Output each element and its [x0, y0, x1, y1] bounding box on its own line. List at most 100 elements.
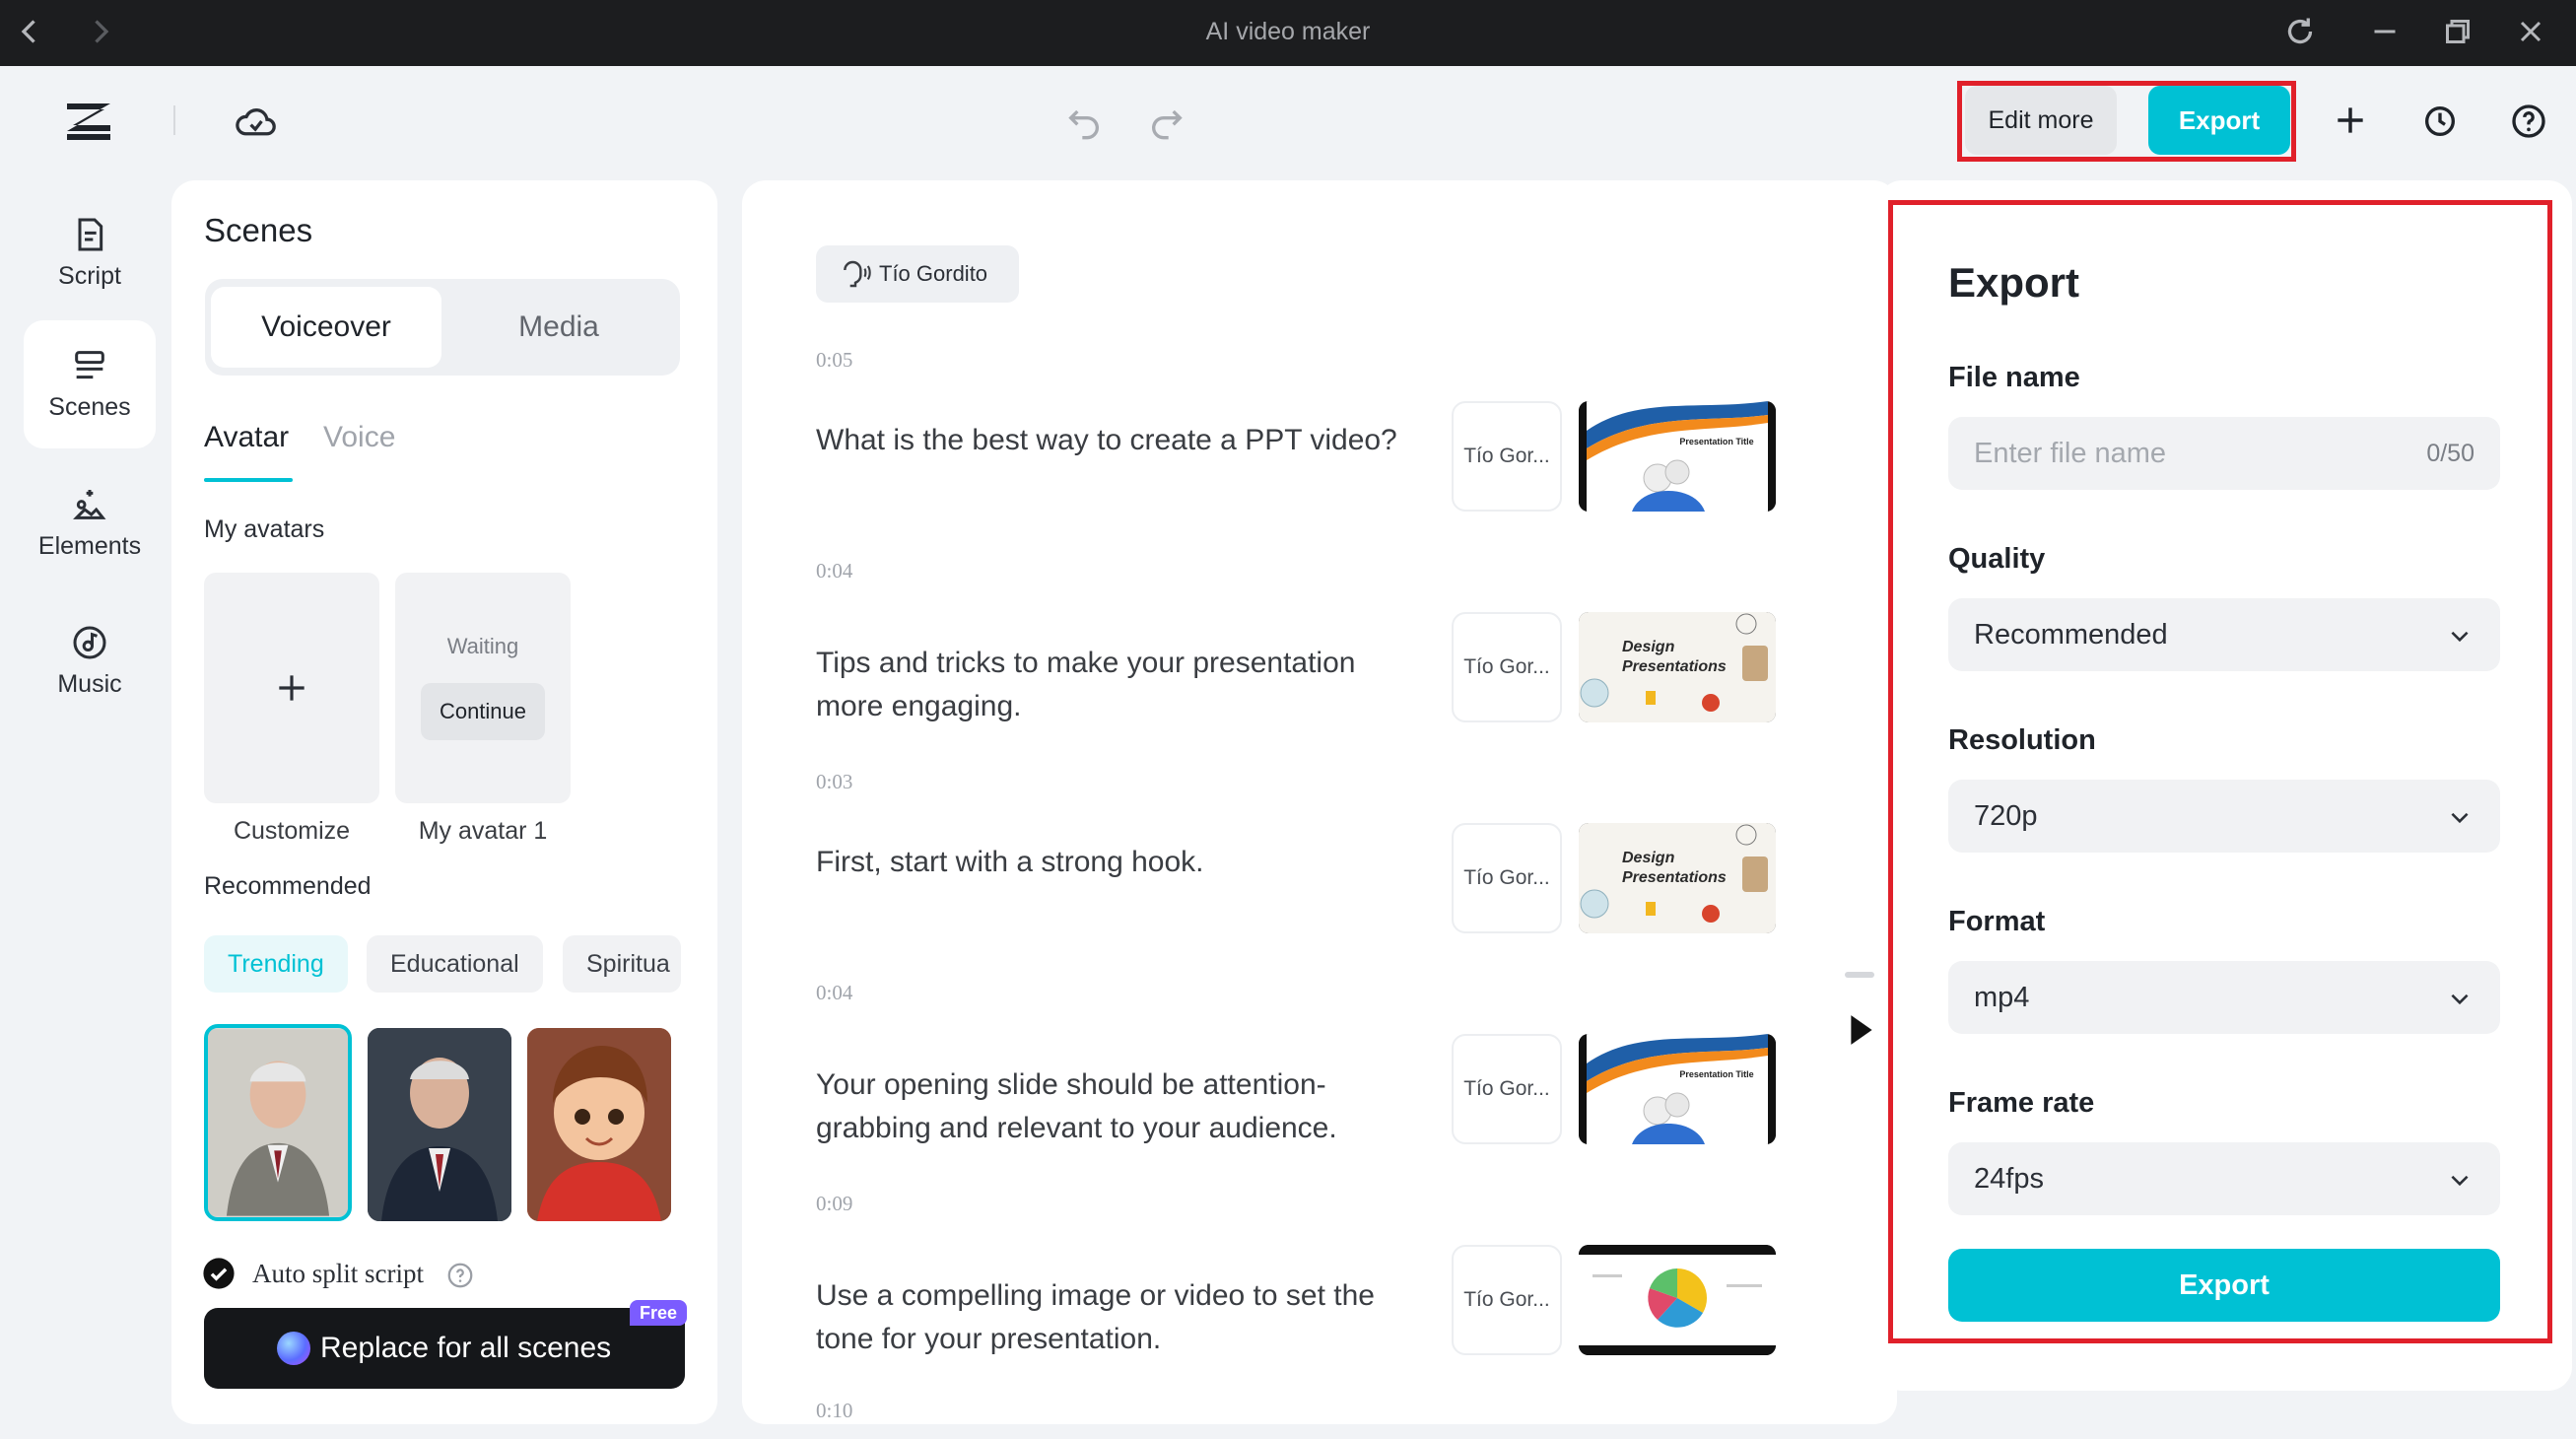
replace-all-scenes-button[interactable]: Replace for all scenes Free [204, 1300, 688, 1389]
forward-icon[interactable] [83, 14, 118, 49]
thumb-time: 0:04 [1593, 1120, 1623, 1136]
replace-all-label: Replace for all scenes [320, 1332, 612, 1364]
tab-voiceover[interactable]: Voiceover [211, 287, 441, 368]
help-icon[interactable] [2509, 102, 2548, 141]
ai-orb-icon [277, 1332, 310, 1365]
thumb-title-text: Presentation Title [1679, 1069, 1753, 1079]
presentation-title-thumb-icon: Presentation Title 0:05 [1579, 401, 1776, 512]
undo-icon[interactable] [1064, 102, 1104, 141]
nav-script[interactable]: Script [24, 189, 156, 317]
my-avatar-card[interactable]: Waiting Continue [395, 573, 571, 803]
scene-avatar-chip[interactable]: Tío Gor... [1452, 1245, 1562, 1355]
subtab-avatar[interactable]: Avatar [204, 421, 289, 454]
checkbox-checked-icon [203, 1258, 235, 1289]
back-icon[interactable] [12, 14, 47, 49]
auto-split-label: Auto split script [252, 1259, 424, 1288]
pie-chart-thumb-icon [1579, 1245, 1776, 1355]
thumb-design-text: Design [1622, 639, 1675, 655]
nav-scenes[interactable]: Scenes [24, 320, 156, 448]
nav-elements-label: Elements [37, 532, 142, 560]
elements-icon [73, 490, 106, 519]
category-spiritual[interactable]: Spiritua [563, 935, 681, 993]
format-select[interactable]: mp4 [1948, 961, 2500, 1034]
capcut-logo-icon[interactable] [61, 96, 116, 145]
auto-split-checkbox[interactable] [202, 1257, 236, 1290]
play-icon[interactable] [1849, 1013, 1874, 1047]
export-top-button[interactable]: Export [2148, 86, 2290, 155]
close-icon[interactable] [2513, 14, 2548, 49]
thumb-presentations-text: Presentations [1622, 658, 1727, 675]
quality-label: Quality [1948, 543, 2046, 575]
subtab-underline [204, 478, 293, 482]
chevron-down-icon [2451, 631, 2469, 643]
scene-text[interactable]: First, start with a strong hook. [816, 841, 1407, 884]
resolution-label: Resolution [1948, 724, 2096, 756]
format-label: Format [1948, 906, 2046, 937]
recommended-label: Recommended [204, 872, 372, 900]
nav-elements[interactable]: Elements [24, 459, 156, 587]
help-circle-icon[interactable] [445, 1261, 475, 1290]
frame-rate-select[interactable]: 24fps [1948, 1142, 2500, 1215]
scene-thumbnail[interactable]: Presentation Title 0:05 [1579, 401, 1776, 512]
window-title: AI video maker [1205, 18, 1371, 45]
scene-avatar-chip[interactable]: Tío Gor... [1452, 823, 1562, 933]
presentation-title-thumb-icon: Presentation Title 0:04 [1579, 1034, 1776, 1144]
avatar-thumb-cartoon-boy[interactable] [527, 1028, 671, 1221]
scenes-icon [75, 351, 104, 379]
continue-button[interactable]: Continue [421, 683, 545, 740]
nav-scenes-label: Scenes [48, 393, 131, 421]
scene-text[interactable]: Tips and tricks to make your presentatio… [816, 642, 1407, 728]
scene-avatar-chip[interactable]: Tío Gor... [1452, 1034, 1562, 1144]
quality-select[interactable]: Recommended [1948, 598, 2500, 671]
customize-avatar-card[interactable] [204, 573, 379, 803]
plus-icon[interactable] [2332, 102, 2369, 139]
scene-avatar-chip[interactable]: Tío Gor... [1452, 401, 1562, 512]
thumb-time: 0:05 [1593, 487, 1623, 504]
voice-chip[interactable]: Tío Gordito [816, 245, 1020, 303]
scene-thumbnail[interactable] [1579, 1245, 1776, 1355]
resolution-select[interactable]: 720p [1948, 780, 2500, 853]
cartoon-boy-icon [527, 1028, 671, 1221]
tab-media[interactable]: Media [443, 287, 674, 368]
scene-timestamp: 0:05 [816, 348, 853, 372]
history-icon[interactable] [2420, 102, 2460, 141]
scene-timestamp: 0:04 [816, 981, 853, 1004]
file-name-placeholder: Enter file name [1974, 438, 2167, 469]
scene-timestamp: 0:03 [816, 770, 853, 793]
scene-thumbnail[interactable]: Design Presentations [1579, 823, 1776, 933]
cloud-icon[interactable] [235, 102, 278, 141]
mode-segmented-control: Voiceover Media [205, 279, 680, 376]
file-name-input[interactable]: Enter file name 0/50 [1948, 417, 2500, 490]
export-confirm-button[interactable]: Export [1948, 1249, 2500, 1322]
nav-music[interactable]: Music [24, 597, 156, 725]
script-panel: Tío Gordito 0:05 What is the best way to … [742, 180, 1897, 1424]
category-trending[interactable]: Trending [204, 935, 348, 993]
nav-script-label: Script [58, 262, 121, 290]
scene-thumbnail[interactable]: Design Presentations [1579, 612, 1776, 722]
category-educational[interactable]: Educational [367, 935, 543, 993]
file-name-label: File name [1948, 362, 2080, 393]
scene-avatar-chip[interactable]: Tío Gor... [1452, 612, 1562, 722]
scrollbar-handle[interactable] [1845, 972, 1874, 978]
scene-timestamp: 0:04 [816, 559, 853, 582]
avatar-thumb-elderly-man[interactable] [204, 1024, 352, 1221]
thumb-presentations-text: Presentations [1622, 869, 1727, 886]
refresh-icon[interactable] [2282, 14, 2318, 49]
redo-icon[interactable] [1147, 102, 1186, 141]
minimize-icon[interactable] [2367, 14, 2403, 49]
subtab-voice[interactable]: Voice [323, 421, 395, 454]
restore-icon[interactable] [2440, 14, 2475, 49]
file-name-counter: 0/50 [2426, 440, 2474, 467]
quality-value: Recommended [1974, 619, 2168, 651]
last-timestamp: 0:10 [816, 1399, 853, 1422]
avatar-thumb-businessman[interactable] [368, 1028, 511, 1221]
frame-rate-value: 24fps [1974, 1163, 2044, 1195]
scene-text[interactable]: Your opening slide should be attention-g… [816, 1063, 1407, 1150]
edit-more-button[interactable]: Edit more [1965, 86, 2117, 155]
scene-thumbnail[interactable]: Presentation Title 0:04 [1579, 1034, 1776, 1144]
design-presentations-thumb-icon: Design Presentations [1579, 823, 1776, 933]
export-panel: Export File name Enter file name 0/50 Qu… [1878, 180, 2572, 1391]
script-icon [78, 218, 103, 251]
scene-text[interactable]: Use a compelling image or video to set t… [816, 1274, 1407, 1361]
scene-text[interactable]: What is the best way to create a PPT vid… [816, 419, 1407, 462]
